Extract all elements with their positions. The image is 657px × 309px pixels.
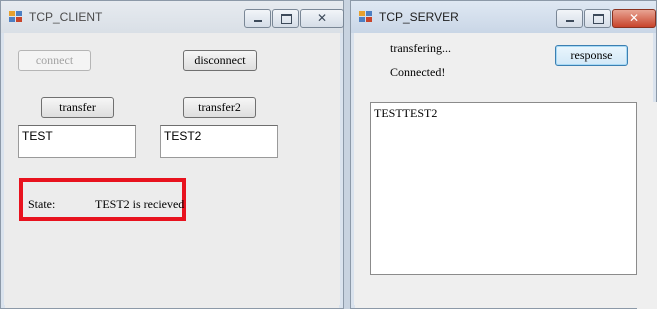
client-titlebar[interactable]: TCP_CLIENT ✕	[1, 1, 344, 33]
minimize-icon	[254, 20, 262, 22]
window-edge-strip	[637, 102, 657, 309]
client-window-title: TCP_CLIENT	[29, 10, 103, 24]
minimize-button[interactable]	[556, 9, 583, 28]
app-icon	[9, 11, 23, 23]
server-window-title: TCP_SERVER	[379, 10, 459, 24]
minimize-icon	[566, 20, 574, 22]
received-text-area[interactable]: TESTTEST2	[370, 102, 637, 275]
maximize-icon	[281, 14, 292, 24]
close-icon: ✕	[317, 11, 328, 25]
server-status-connected: Connected!	[390, 65, 446, 79]
minimize-button[interactable]	[244, 9, 271, 28]
transfer-text-input[interactable]: TEST	[18, 125, 136, 158]
maximize-button[interactable]	[272, 9, 299, 28]
transfer2-text-input[interactable]: TEST2	[160, 125, 278, 158]
maximize-button[interactable]	[584, 9, 611, 28]
server-titlebar[interactable]: TCP_SERVER ✕	[351, 1, 656, 33]
maximize-icon	[593, 14, 604, 24]
server-status-transfering: transfering...	[390, 41, 451, 55]
client-form-area	[5, 33, 339, 308]
state-value: TEST2 is recieved	[95, 197, 185, 211]
state-label: State:	[28, 197, 56, 211]
close-icon: ✕	[629, 11, 640, 25]
transfer2-button[interactable]: transfer2	[183, 97, 256, 118]
disconnect-button[interactable]: disconnect	[183, 50, 257, 71]
connect-button[interactable]: connect	[18, 50, 91, 71]
close-button[interactable]: ✕	[612, 9, 656, 28]
transfer-button[interactable]: transfer	[41, 97, 114, 118]
app-icon	[359, 11, 373, 23]
response-button[interactable]: response	[555, 45, 628, 66]
close-button[interactable]: ✕	[300, 9, 344, 28]
